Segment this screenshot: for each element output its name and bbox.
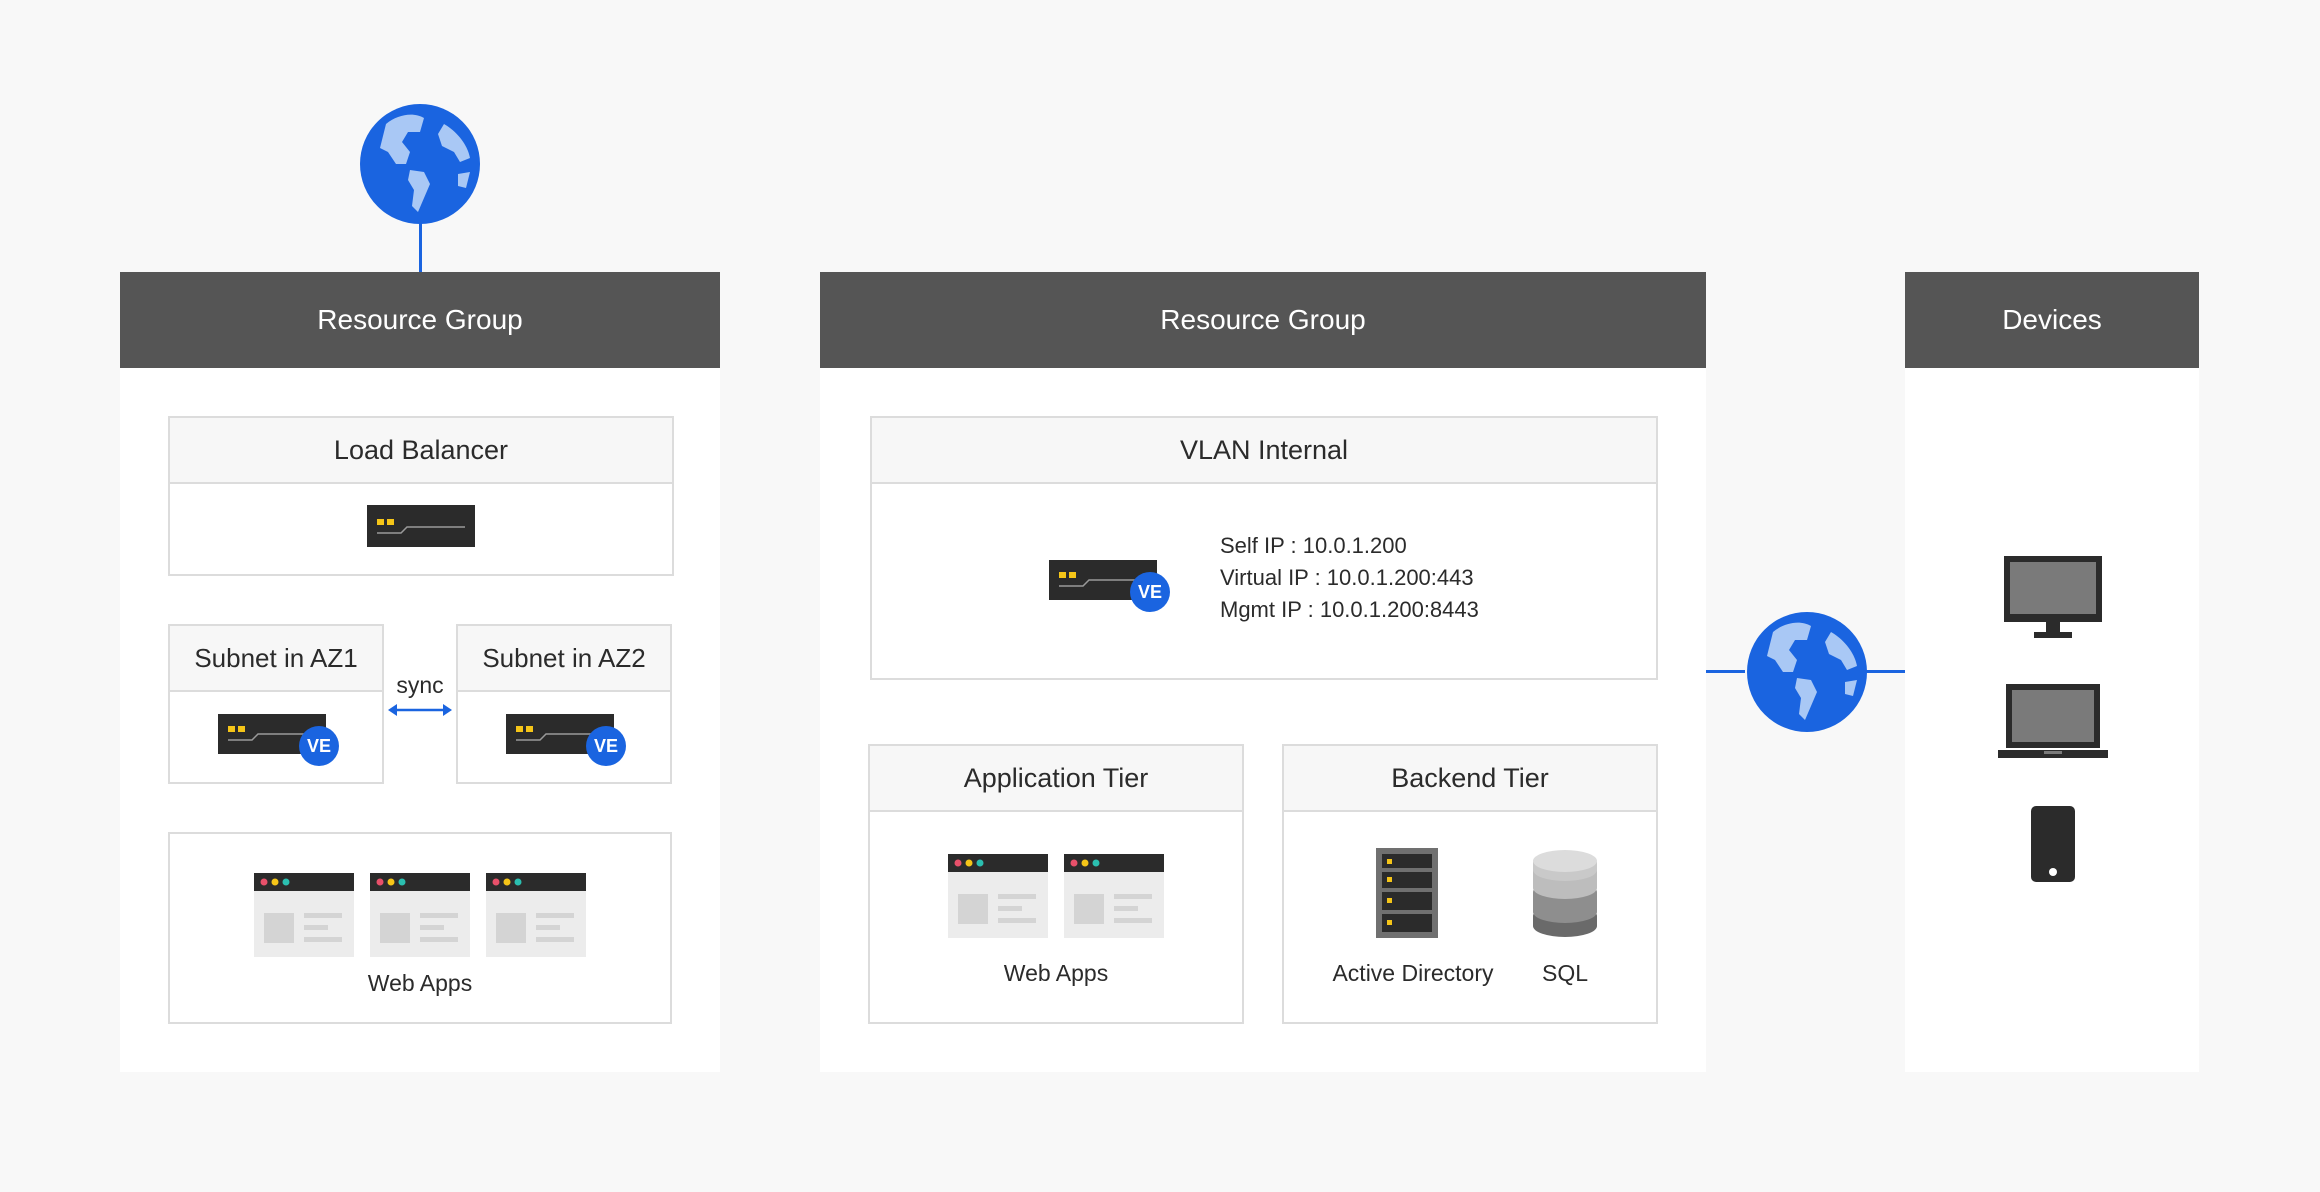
web-app-window-icon	[254, 873, 354, 957]
middle-resource-group-header: Resource Group	[820, 272, 1706, 368]
vlan-ve-label: VE	[1137, 581, 1162, 602]
subnet-az1-ve-label: VE	[306, 735, 331, 756]
subnet-az2-title: Subnet in AZ2	[458, 626, 670, 692]
load-balancer-appliance-icon	[367, 505, 475, 547]
backend-tier-title: Backend Tier	[1284, 746, 1656, 812]
server-rack-icon	[1376, 848, 1438, 938]
subnet-az2-box: Subnet in AZ2	[456, 624, 672, 784]
left-web-apps-label: Web Apps	[367, 970, 473, 996]
laptop-icon	[1998, 684, 2108, 760]
load-balancer-title: Load Balancer	[170, 418, 672, 484]
sync-label: sync	[396, 672, 444, 698]
web-app-window-icon	[1064, 854, 1164, 938]
self-ip-text: Self IP : 10.0.1.200	[1220, 533, 1407, 558]
database-icon	[1532, 848, 1598, 938]
active-directory-label: Active Directory	[1332, 960, 1494, 986]
web-app-window-icon	[486, 873, 586, 957]
web-app-window-icon	[370, 873, 470, 957]
left-resource-group-header: Resource Group	[120, 272, 720, 368]
internet-globe-icon	[1745, 610, 1869, 734]
ip-details: Self IP : 10.0.1.200 Virtual IP : 10.0.1…	[1220, 530, 1600, 626]
subnet-az1-title: Subnet in AZ1	[170, 626, 382, 692]
subnet-az2-ve-label: VE	[593, 735, 618, 756]
subnet-az2-ve-badge: VE	[586, 726, 626, 766]
application-tier-title: Application Tier	[870, 746, 1242, 812]
phone-icon	[2031, 806, 2075, 882]
subnet-az1-box: Subnet in AZ1	[168, 624, 384, 784]
vlan-ve-badge: VE	[1130, 572, 1170, 612]
sync-arrow-icon	[388, 701, 452, 719]
web-app-window-icon	[948, 854, 1048, 938]
subnet-az1-ve-badge: VE	[299, 726, 339, 766]
load-balancer-box: Load Balancer	[168, 416, 674, 576]
internet-globe-icon	[358, 102, 482, 226]
devices-header: Devices	[1905, 272, 2199, 368]
monitor-icon	[2004, 556, 2102, 640]
mgmt-ip-text: Mgmt IP : 10.0.1.200:8443	[1220, 597, 1479, 622]
sql-label: SQL	[1541, 960, 1589, 986]
connector-middle-to-globe	[1705, 670, 1745, 673]
vlan-internal-title: VLAN Internal	[872, 418, 1656, 484]
virtual-ip-text: Virtual IP : 10.0.1.200:443	[1220, 565, 1474, 590]
application-tier-label: Web Apps	[1003, 960, 1109, 986]
